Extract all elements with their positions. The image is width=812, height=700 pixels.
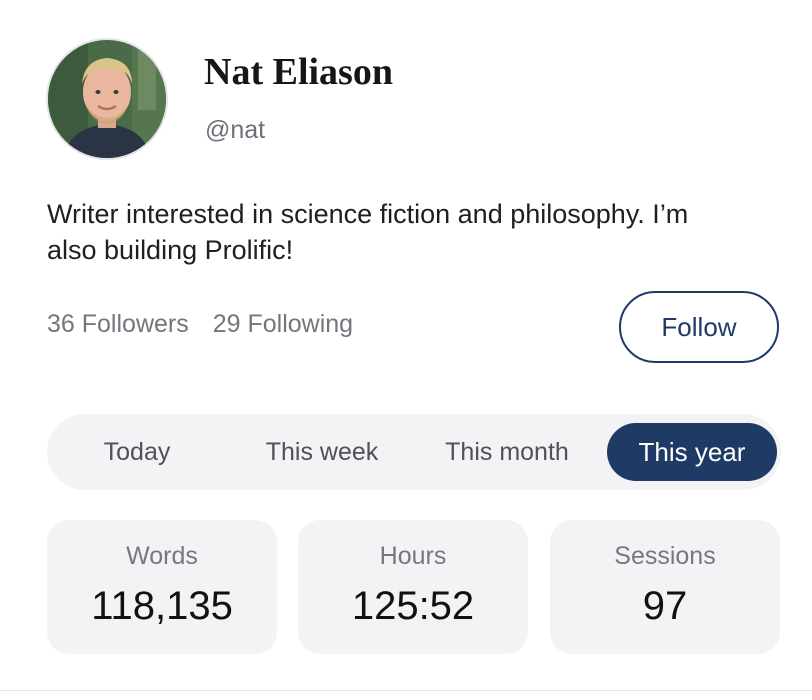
stat-value: 118,135 [91,584,233,628]
profile-card: Nat Eliason @nat Writer interested in sc… [0,0,812,691]
stat-label: Words [126,542,198,570]
stat-value: 97 [642,584,688,628]
follow-button[interactable]: Follow [619,291,779,363]
followers-count[interactable]: 36 Followers [47,310,189,338]
profile-name: Nat Eliason [204,51,393,93]
avatar-photo [48,40,166,158]
tab-this-week[interactable]: This week [242,414,402,490]
time-range-tabs: Today This week This month This year [47,414,781,490]
follow-counts: 36 Followers 29 Following [47,310,353,339]
stat-value: 125:52 [351,584,475,628]
tab-today[interactable]: Today [67,414,207,490]
profile-handle: @nat [205,116,266,144]
stat-card-sessions: Sessions 97 [550,520,780,654]
stat-card-hours: Hours 125:52 [298,520,528,654]
stat-card-words: Words 118,135 [47,520,277,654]
avatar[interactable] [46,38,168,160]
stat-label: Hours [379,542,447,570]
tab-this-year[interactable]: This year [607,423,777,481]
tab-this-month[interactable]: This month [422,414,592,490]
stat-label: Sessions [614,542,716,570]
following-count[interactable]: 29 Following [213,310,353,338]
profile-bio: Writer interested in science fiction and… [47,199,689,265]
